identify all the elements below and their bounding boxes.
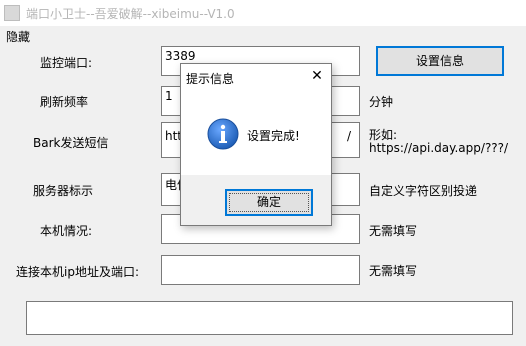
bark-hint-line2: https://api.day.app/???/ (369, 141, 509, 155)
interval-value: 1 (165, 89, 173, 103)
dialog-title: 提示信息 (186, 72, 235, 86)
local-label: 本机情况: (40, 224, 93, 238)
info-dialog: 提示信息 ✕ 设置完成! 确定 (180, 63, 332, 226)
menu-bar: 隐藏 (0, 26, 526, 46)
close-icon[interactable]: ✕ (307, 66, 327, 86)
server-hint: 自定义字符区别投递 (369, 184, 478, 198)
app-icon (4, 5, 20, 21)
port-value: 3389 (165, 49, 196, 63)
settings-button-label: 设置信息 (415, 54, 464, 68)
server-label: 服务器标示 (33, 184, 94, 198)
info-icon (207, 118, 239, 150)
ok-button[interactable]: 确定 (225, 189, 313, 216)
port-label: 监控端口: (40, 56, 93, 70)
settings-button[interactable]: 设置信息 (376, 46, 504, 76)
menu-hide[interactable]: 隐藏 (6, 28, 30, 45)
dialog-message: 设置完成! (247, 129, 300, 143)
window-title: 端口小卫士--吾爱破解--xibeimu--V1.0 (26, 7, 235, 21)
bark-value-tail: / (347, 129, 352, 143)
local-hint: 无需填写 (369, 224, 418, 238)
bark-label: Bark发送短信 (33, 136, 109, 150)
connect-label: 连接本机ip地址及端口: (16, 265, 139, 279)
status-output[interactable] (26, 301, 513, 335)
interval-label: 刷新频率 (40, 95, 89, 109)
title-bar: 端口小卫士--吾爱破解--xibeimu--V1.0 (0, 0, 526, 26)
ok-button-label: 确定 (256, 195, 281, 209)
connect-hint: 无需填写 (369, 264, 418, 278)
connect-input[interactable] (161, 255, 360, 285)
interval-unit: 分钟 (369, 95, 394, 109)
